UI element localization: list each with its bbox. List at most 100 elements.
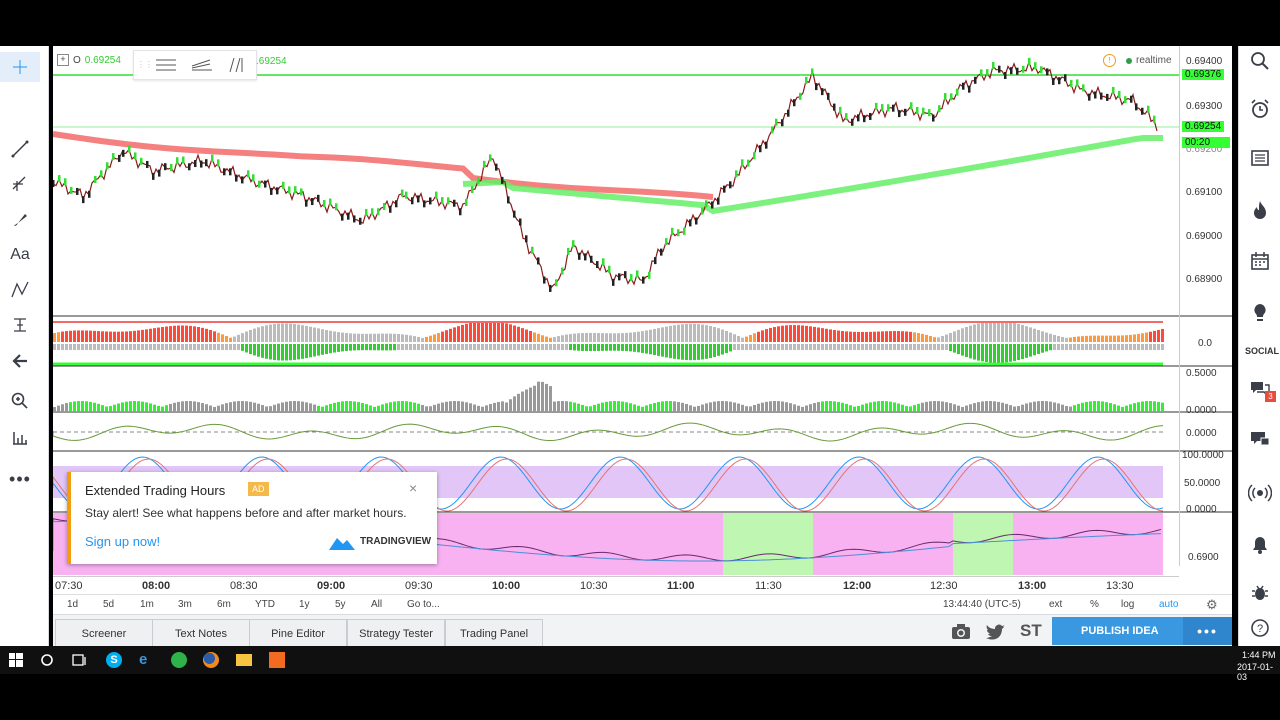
histogram-bar: [113, 344, 116, 350]
range-ytd-button[interactable]: YTD: [255, 599, 275, 610]
hotlist-flame-icon[interactable]: [1239, 195, 1280, 225]
volume-bar: [1105, 402, 1108, 411]
histogram-bar: [1025, 344, 1028, 358]
tab-text-notes[interactable]: Text Notes: [152, 619, 250, 648]
range-all-button[interactable]: All: [371, 599, 382, 610]
range-5d-button[interactable]: 5d: [103, 599, 114, 610]
histogram-bar: [921, 344, 924, 350]
price-candle: [176, 157, 179, 165]
volume-bar: [1093, 401, 1096, 411]
range-1m-button[interactable]: 1m: [140, 599, 154, 610]
tab-trading-panel[interactable]: Trading Panel: [445, 619, 543, 648]
legend-plus-icon[interactable]: +: [57, 54, 69, 66]
price-candle: [928, 109, 931, 117]
snapshot-camera-icon[interactable]: [950, 622, 972, 640]
time-label: 09:00: [317, 580, 346, 592]
price-candle: [1118, 90, 1121, 98]
calendar-icon[interactable]: [1239, 246, 1280, 276]
more-tools-icon[interactable]: •••: [0, 464, 40, 494]
legend-close-value: .69254: [256, 56, 287, 67]
skype-app-icon[interactable]: S: [106, 652, 122, 668]
histogram-bar: [1129, 334, 1132, 342]
histogram-bar: [201, 344, 204, 350]
volume-bar: [849, 405, 852, 411]
volume-bar: [121, 402, 124, 411]
range-5y-button[interactable]: 5y: [335, 599, 346, 610]
volume-bar: [493, 402, 496, 411]
range-3m-button[interactable]: 3m: [178, 599, 192, 610]
watchlist-icon[interactable]: [1239, 143, 1280, 173]
histogram-bar: [181, 344, 184, 350]
edge-app-icon[interactable]: e: [139, 652, 155, 668]
volume-bar: [153, 404, 156, 411]
fib-tool-icon[interactable]: [0, 169, 40, 199]
ext-toggle[interactable]: ext: [1049, 599, 1062, 610]
price-candle: [288, 186, 291, 194]
brush-tool-icon[interactable]: [0, 205, 40, 235]
volume-bar: [473, 404, 476, 411]
tab-strategy-tester[interactable]: Strategy Tester: [347, 619, 445, 648]
chats-icon[interactable]: 3: [1239, 374, 1280, 404]
help-icon[interactable]: ?: [1239, 613, 1280, 643]
publish-more-icon[interactable]: •••: [1183, 617, 1232, 645]
twitter-icon[interactable]: [985, 622, 1007, 640]
task-view-icon[interactable]: [72, 653, 88, 667]
back-arrow-icon[interactable]: [0, 346, 40, 376]
bug-report-icon[interactable]: [1239, 578, 1280, 608]
log-toggle[interactable]: log: [1121, 599, 1134, 610]
text-tool-icon[interactable]: Aa: [0, 240, 40, 270]
streams-icon[interactable]: [1239, 478, 1280, 508]
chat-app-icon[interactable]: [171, 652, 187, 668]
range-1d-button[interactable]: 1d: [67, 599, 78, 610]
range-6m-button[interactable]: 6m: [217, 599, 231, 610]
chart-area[interactable]: + O 0.69254 ⋮⋮ .69254 ! realtime 0.69400…: [53, 46, 1232, 614]
price-axis[interactable]: 0.69400 0.69300 0.69200 0.69100 0.69000 …: [1179, 46, 1233, 566]
histogram-bar: [233, 344, 236, 350]
file-explorer-icon[interactable]: [236, 654, 252, 666]
cortana-search-icon[interactable]: [40, 653, 54, 667]
snagit-app-icon[interactable]: [269, 652, 285, 668]
horizontal-lines-icon[interactable]: [154, 56, 178, 74]
volume-bar: [1005, 403, 1008, 411]
goto-button[interactable]: Go to...: [407, 599, 440, 610]
zoom-icon[interactable]: [0, 386, 40, 416]
ad-close-icon[interactable]: ×: [409, 480, 417, 496]
warning-icon[interactable]: !: [1103, 54, 1116, 67]
firefox-app-icon[interactable]: [203, 652, 219, 668]
price-candle: [118, 154, 121, 162]
search-icon[interactable]: [1239, 46, 1280, 76]
trend-line-tool-icon[interactable]: [0, 134, 40, 164]
parallel-channel-icon[interactable]: [226, 56, 250, 74]
private-chats-icon[interactable]: [1239, 424, 1280, 454]
histogram-bar: [1145, 344, 1148, 350]
layers-icon[interactable]: [190, 56, 214, 74]
crosshair-tool-icon[interactable]: [0, 52, 40, 82]
histogram-bar: [981, 322, 984, 342]
histogram-bar: [249, 344, 252, 355]
stocktwits-label[interactable]: ST: [1020, 621, 1042, 641]
measure-tool-icon[interactable]: [0, 310, 40, 340]
tab-pine-editor[interactable]: Pine Editor: [249, 619, 347, 648]
alarm-clock-icon[interactable]: [1239, 94, 1280, 124]
drag-handle-icon[interactable]: ⋮⋮: [137, 60, 153, 69]
publish-idea-button[interactable]: PUBLISH IDEA •••: [1052, 617, 1232, 645]
ad-signup-link[interactable]: Sign up now!: [85, 534, 160, 549]
ideas-bulb-icon[interactable]: [1239, 298, 1280, 328]
volume-bar: [825, 401, 828, 411]
auto-toggle[interactable]: auto: [1159, 599, 1178, 610]
notifications-bell-icon[interactable]: [1239, 530, 1280, 560]
time-axis[interactable]: 07:30 08:00 08:30 09:00 09:30 10:00 10:3…: [53, 576, 1179, 595]
tab-screener[interactable]: Screener: [55, 619, 153, 648]
histogram-bar: [1033, 344, 1036, 356]
chart-settings-icon[interactable]: ⚙: [1206, 597, 1218, 613]
ruler-icon[interactable]: [0, 422, 40, 452]
windows-start-icon[interactable]: [9, 653, 23, 667]
histogram-bar: [729, 332, 732, 342]
range-1y-button[interactable]: 1y: [299, 599, 310, 610]
histogram-bar: [1137, 344, 1140, 350]
volume-bar: [561, 401, 564, 411]
time-label: 10:00: [492, 580, 521, 592]
volume-bar: [401, 401, 404, 411]
pattern-tool-icon[interactable]: [0, 275, 40, 305]
percent-toggle[interactable]: %: [1090, 599, 1099, 610]
